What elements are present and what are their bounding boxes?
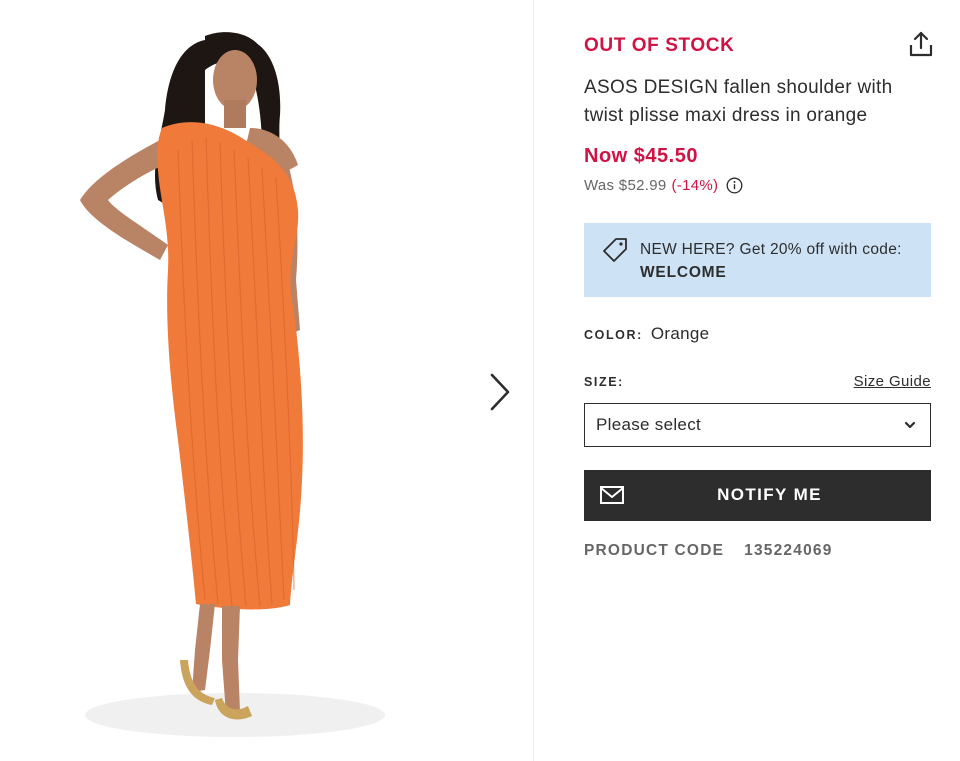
size-label: SIZE:: [584, 375, 624, 389]
previous-price: Was $52.99: [584, 177, 667, 194]
size-select[interactable]: Please select: [584, 403, 931, 447]
product-code-value: 135224069: [744, 542, 833, 559]
current-price: Now $45.50: [584, 145, 698, 167]
previous-price-row: Was $52.99 (-14%): [584, 177, 743, 194]
size-guide-link[interactable]: Size Guide: [854, 373, 931, 390]
product-title: ASOS DESIGN fallen shoulder with twist p…: [584, 77, 893, 126]
next-image-button[interactable]: [484, 370, 516, 414]
product-code-row: PRODUCT CODE 135224069: [584, 542, 833, 560]
stock-status: OUT OF STOCK: [584, 35, 735, 56]
product-image-gallery: [0, 0, 533, 761]
promo-code: WELCOME: [640, 264, 727, 281]
info-icon[interactable]: [726, 177, 743, 194]
color-value: Orange: [650, 324, 710, 343]
chevron-down-icon: [904, 421, 916, 429]
tag-icon: [603, 238, 627, 262]
color-row: COLOR: Orange: [584, 324, 709, 344]
share-icon: [909, 31, 933, 57]
promo-text: NEW HERE? Get 20% off with code: WELCOME: [640, 238, 920, 284]
promo-banner: NEW HERE? Get 20% off with code: WELCOME: [584, 223, 931, 297]
color-label: COLOR:: [584, 328, 643, 342]
size-select-value: Please select: [596, 415, 702, 434]
chevron-right-icon: [490, 373, 510, 411]
notify-me-label: NOTIFY ME: [717, 485, 822, 504]
product-image: [80, 32, 385, 737]
discount-percent: (-14%): [671, 177, 719, 194]
gallery-divider: [533, 0, 534, 761]
notify-me-button[interactable]: NOTIFY ME: [584, 470, 931, 521]
promo-message: NEW HERE? Get 20% off with code:: [640, 241, 902, 258]
product-code-label: PRODUCT CODE: [584, 542, 725, 559]
share-button[interactable]: [908, 30, 934, 58]
